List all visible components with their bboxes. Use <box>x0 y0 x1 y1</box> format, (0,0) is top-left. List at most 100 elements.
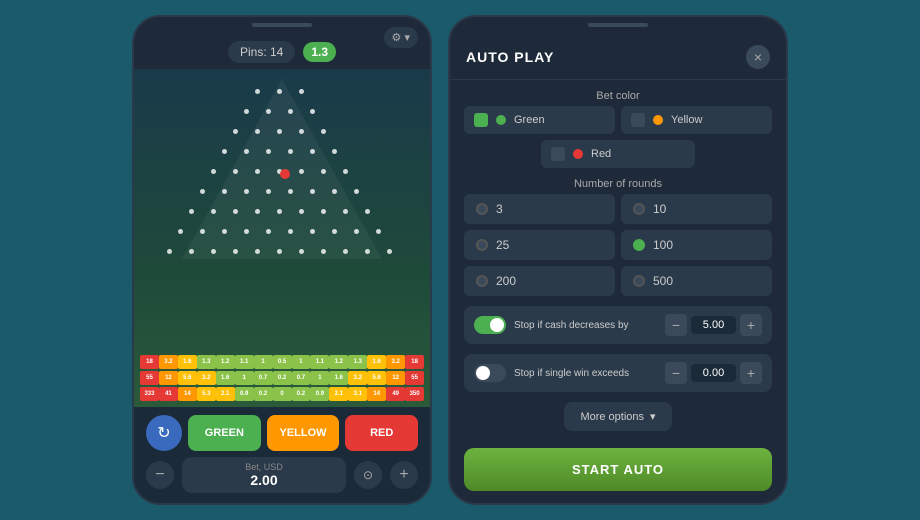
stop-win-text: Stop if single win exceeds <box>514 367 657 380</box>
score-cell: 1 <box>254 355 273 369</box>
win-increase-btn[interactable]: + <box>740 362 762 384</box>
plinko-dot <box>299 89 304 94</box>
round-200[interactable]: 200 <box>464 266 615 296</box>
score-cell: 1.3 <box>348 355 367 369</box>
stop-win-toggle[interactable] <box>474 364 506 382</box>
green-button[interactable]: GREEN <box>188 415 261 451</box>
plinko-dot <box>266 149 271 154</box>
score-cell: 1.6 <box>178 355 197 369</box>
plinko-dot <box>178 229 183 234</box>
plinko-dot <box>354 229 359 234</box>
bottom-controls: ↻ GREEN YELLOW RED − Bet, USD 2.00 ⊙ + <box>134 407 430 503</box>
bet-color-grid: Green Yellow Red <box>464 106 772 168</box>
score-cell: 0 <box>273 387 292 401</box>
score-cell: 0.7 <box>292 371 311 385</box>
plinko-dot <box>266 109 271 114</box>
red-button[interactable]: RED <box>345 415 418 451</box>
more-options-button[interactable]: More options ▾ <box>564 402 671 431</box>
round-10[interactable]: 10 <box>621 194 772 224</box>
score-cell: 3.2 <box>197 371 216 385</box>
score-cell: 350 <box>405 387 424 401</box>
plinko-dot <box>266 229 271 234</box>
score-cell: 3.2 <box>386 355 405 369</box>
round-100[interactable]: 100 <box>621 230 772 260</box>
round-25-value: 25 <box>496 238 509 252</box>
cash-increase-btn[interactable]: + <box>740 314 762 336</box>
plinko-dot <box>299 249 304 254</box>
color-option-yellow[interactable]: Yellow <box>621 106 772 134</box>
color-option-red[interactable]: Red <box>541 140 695 168</box>
score-row: 33341145.32.10.90.200.20.92.13.11449350 <box>140 387 424 401</box>
plinko-dot <box>244 189 249 194</box>
score-rows: 183.21.61.31.21.110.511.11.21.31.63.2185… <box>134 355 430 403</box>
round-100-radio <box>633 239 645 251</box>
plinko-dot <box>277 89 282 94</box>
refresh-button[interactable]: ↻ <box>146 415 182 451</box>
score-cell: 41 <box>159 387 178 401</box>
score-cell: 2.1 <box>329 387 348 401</box>
bet-label: Bet, USD <box>202 462 326 472</box>
score-cell: 5.3 <box>197 387 216 401</box>
close-button[interactable]: × <box>746 45 770 69</box>
score-cell: 1.6 <box>329 371 348 385</box>
plinko-dot <box>189 209 194 214</box>
win-decrease-btn[interactable]: − <box>665 362 687 384</box>
round-3-value: 3 <box>496 202 503 216</box>
round-25[interactable]: 25 <box>464 230 615 260</box>
plinko-dot <box>200 189 205 194</box>
cash-decrease-btn[interactable]: − <box>665 314 687 336</box>
round-500[interactable]: 500 <box>621 266 772 296</box>
plinko-dot <box>244 229 249 234</box>
score-cell: 3.1 <box>348 387 367 401</box>
bet-color-section: Bet color Green Yellow <box>464 90 772 168</box>
score-cell: 0.2 <box>292 387 311 401</box>
plinko-dot <box>211 249 216 254</box>
bet-display: Bet, USD 2.00 <box>182 457 346 493</box>
plinko-ball <box>280 169 290 179</box>
start-auto-button[interactable]: START AUTO <box>464 448 772 491</box>
plinko-dot <box>211 209 216 214</box>
round-200-value: 200 <box>496 274 516 288</box>
phone-header: Pins: 14 1.3 ⚙ ▾ <box>134 31 430 69</box>
score-cell: 55 <box>140 371 159 385</box>
stop-cash-toggle[interactable] <box>474 316 506 334</box>
plinko-dot <box>288 149 293 154</box>
plinko-dot <box>222 189 227 194</box>
bet-increase-button[interactable]: + <box>390 461 418 489</box>
score-cell: 18 <box>405 355 424 369</box>
plinko-dot <box>387 249 392 254</box>
score-cell: 55 <box>405 371 424 385</box>
score-cell: 5.6 <box>367 371 386 385</box>
pins-badge: Pins: 14 <box>228 41 295 63</box>
score-cell: 1.1 <box>235 355 254 369</box>
plinko-dot <box>255 249 260 254</box>
plinko-dot <box>233 249 238 254</box>
stack-button[interactable]: ⊙ <box>354 461 382 489</box>
score-cell: 18 <box>140 355 159 369</box>
bet-decrease-button[interactable]: − <box>146 461 174 489</box>
color-option-green[interactable]: Green <box>464 106 615 134</box>
score-cell: 0.7 <box>254 371 273 385</box>
stop-cash-text: Stop if cash decreases by <box>514 319 657 332</box>
plinko-dot <box>288 229 293 234</box>
score-cell: 14 <box>367 387 386 401</box>
stop-win-condition: Stop if single win exceeds − 0.00 + <box>464 354 772 392</box>
plinko-dot <box>332 229 337 234</box>
score-cell: 1.2 <box>329 355 348 369</box>
score-cell: 5.6 <box>178 371 197 385</box>
settings-button[interactable]: ⚙ ▾ <box>384 27 418 48</box>
plinko-dot <box>321 249 326 254</box>
score-cell: 1.6 <box>216 371 235 385</box>
yellow-button[interactable]: YELLOW <box>267 415 340 451</box>
score-cell: 12 <box>386 371 405 385</box>
score-row: 183.21.61.31.21.110.511.11.21.31.63.218 <box>140 355 424 369</box>
plinko-dot <box>299 169 304 174</box>
plinko-dot <box>255 129 260 134</box>
bet-color-title: Bet color <box>464 90 772 102</box>
right-panel: AUTO PLAY × Bet color Green Yellow <box>448 15 788 505</box>
plinko-dot <box>222 229 227 234</box>
plinko-dot <box>222 149 227 154</box>
score-cell: 49 <box>386 387 405 401</box>
round-3[interactable]: 3 <box>464 194 615 224</box>
score-cell: 1.6 <box>367 355 386 369</box>
